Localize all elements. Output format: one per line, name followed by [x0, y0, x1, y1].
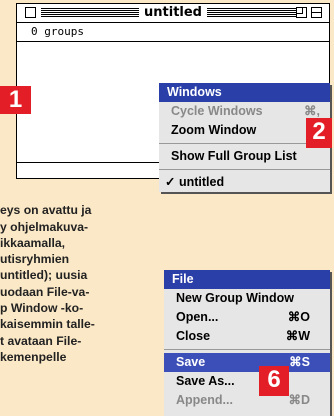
article-line: p Window -ko- — [0, 301, 84, 316]
menu-item-zoom-window[interactable]: Zoom Window — [159, 121, 330, 140]
file-menu: File New Group Window Open... ⌘O Close ⌘… — [164, 270, 330, 416]
menu-item-label: Save — [176, 355, 206, 369]
window-titlebar[interactable]: untitled — [17, 4, 329, 23]
menu-separator — [164, 349, 330, 350]
groups-count: 0 groups — [17, 23, 329, 42]
article-line: utisryhmien — [0, 252, 70, 267]
menu-item-label: Zoom Window — [171, 123, 257, 137]
windows-menu-title[interactable]: Windows — [159, 83, 330, 102]
menu-item-label: Save As... — [176, 374, 235, 388]
menu-item-show-full-group-list[interactable]: Show Full Group List — [159, 147, 330, 166]
article-line: kaisemmin talle- — [0, 317, 95, 332]
menu-separator — [159, 143, 330, 144]
menu-item-save-as[interactable]: Save As... — [164, 372, 330, 391]
badge-2: 2 — [306, 118, 332, 148]
article-line: t avataan File- — [0, 333, 82, 348]
article-text: eys on avattu ja y ohjelmakuva-ikkaamalla… — [0, 186, 160, 382]
article-line: uodaan File-va- — [0, 284, 90, 299]
menu-item-cycle-windows[interactable]: Cycle Windows ⌘, — [159, 102, 330, 121]
menu-item-label: New Group Window — [176, 291, 294, 305]
menu-item-shortcut: ⌘W — [285, 329, 310, 343]
article-line: kemenpelle — [0, 349, 67, 364]
zoom-box-icon[interactable] — [296, 7, 307, 18]
menu-item-label: Cycle Windows — [171, 104, 263, 118]
badge-1: 1 — [0, 86, 31, 114]
menu-item-label: Show Full Group List — [171, 149, 297, 163]
article-line: eys on avattu ja — [0, 203, 92, 218]
collapse-box-icon[interactable] — [311, 7, 322, 18]
windows-menu: Windows Cycle Windows ⌘, Zoom Window Sho… — [159, 83, 330, 192]
article-line: untitled); uusia — [0, 268, 88, 283]
window-title: untitled — [139, 6, 207, 20]
menu-item-save[interactable]: Save ⌘S — [164, 353, 330, 372]
menu-separator — [159, 169, 330, 170]
menu-item-untitled[interactable]: ✓ untitled — [159, 173, 330, 192]
article-line: y ohjelmakuva- — [0, 219, 89, 234]
file-menu-title[interactable]: File — [164, 270, 330, 289]
menu-item-shortcut: ⌘D — [288, 393, 310, 407]
menu-item-shortcut: ⌘O — [287, 310, 310, 324]
menu-item-open[interactable]: Open... ⌘O — [164, 308, 330, 327]
menu-item-new-group-window[interactable]: New Group Window — [164, 289, 330, 308]
menu-item-shortcut: ⌘S — [289, 355, 310, 369]
menu-item-label: Close — [176, 329, 211, 343]
close-box-icon[interactable] — [25, 7, 36, 18]
article-line: ikkaamalla, — [0, 235, 66, 250]
badge-6: 6 — [259, 366, 289, 396]
menu-item-label: Open... — [176, 310, 219, 324]
menu-item-close[interactable]: Close ⌘W — [164, 327, 330, 346]
menu-item-label: ✓ untitled — [165, 175, 225, 189]
menu-item-label: Append... — [176, 393, 233, 407]
menu-item-append[interactable]: Append... ⌘D — [164, 391, 330, 410]
